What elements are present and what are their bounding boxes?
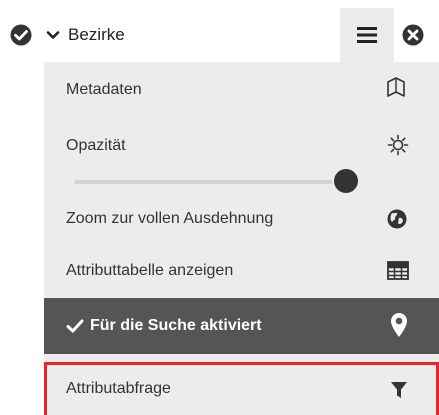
globe-icon: [386, 208, 408, 230]
brightness-icon: [387, 134, 409, 156]
close-circle-icon: [402, 24, 424, 46]
menu-item-metadata[interactable]: Metadaten: [44, 62, 439, 118]
menu-item-opacity: Opazität: [44, 118, 439, 198]
table-icon: [387, 261, 409, 281]
layer-visible-checkbox-icon[interactable]: [10, 24, 32, 46]
opacity-slider-handle[interactable]: [334, 169, 358, 193]
filter-icon: [390, 381, 408, 399]
map-marker-icon: [390, 312, 408, 338]
menu-item-label: Metadaten: [66, 81, 142, 98]
chevron-down-icon[interactable]: [46, 28, 60, 42]
menu-item-attribute-table[interactable]: Attributtabelle anzeigen: [44, 248, 439, 298]
layer-menu-panel: Metadaten Opazität Zoom zur vollen Ausde…: [44, 62, 439, 415]
layer-header: Bezirke: [0, 0, 439, 70]
opacity-slider-track[interactable]: [74, 180, 346, 184]
menu-item-zoom-extent[interactable]: Zoom zur vollen Ausdehnung: [44, 198, 439, 248]
menu-item-label: Opazität: [66, 137, 126, 154]
layer-menu-button[interactable]: [340, 8, 394, 62]
menu-item-label: Attributtabelle anzeigen: [66, 262, 234, 279]
menu-item-search-enabled[interactable]: Für die Suche aktiviert: [44, 298, 439, 354]
menu-item-attribute-query[interactable]: Attributabfrage: [44, 362, 439, 415]
map-pages-icon: [384, 76, 408, 100]
menu-item-label: Attributabfrage: [66, 380, 171, 397]
menu-item-label: Für die Suche aktiviert: [90, 317, 262, 334]
menu-item-label: Zoom zur vollen Ausdehnung: [66, 210, 274, 227]
remove-layer-button[interactable]: [402, 24, 424, 46]
layer-name[interactable]: Bezirke: [68, 25, 125, 45]
check-icon: [66, 318, 84, 334]
